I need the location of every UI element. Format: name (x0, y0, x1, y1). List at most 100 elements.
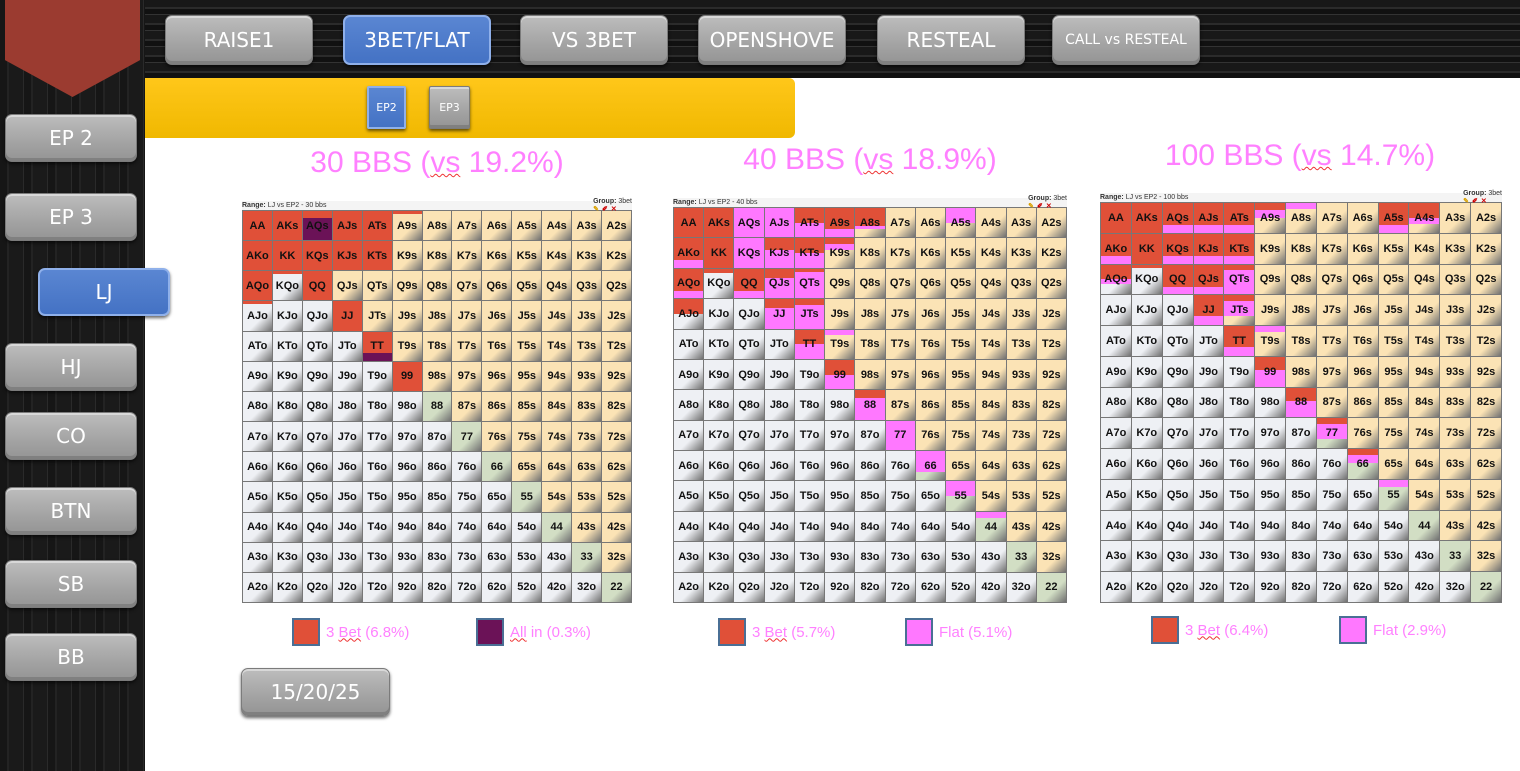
hand-cell[interactable]: A2s (1036, 208, 1066, 238)
hand-cell[interactable]: K4s (1409, 233, 1440, 264)
hand-cell[interactable]: A4s (976, 208, 1006, 238)
hand-cell[interactable]: T5s (512, 331, 542, 361)
hand-cell[interactable]: J8s (1286, 295, 1316, 326)
hand-cell[interactable]: QTs (362, 271, 392, 301)
hand-cell[interactable]: 82s (1471, 387, 1501, 418)
hand-cell[interactable]: Q5s (1378, 264, 1409, 295)
hand-cell[interactable]: AA (243, 211, 272, 241)
hand-cell[interactable]: J5s (512, 301, 542, 331)
hand-cell[interactable]: T8o (362, 391, 392, 422)
hand-cell[interactable]: 75s (946, 420, 976, 451)
hand-cell[interactable]: 75s (512, 422, 542, 452)
hand-cell[interactable]: Q8o (1162, 387, 1193, 418)
hand-cell[interactable]: 52o (512, 572, 542, 602)
hand-cell[interactable]: 33 (1440, 541, 1471, 572)
hand-cell[interactable]: T4o (794, 511, 825, 542)
hand-cell[interactable]: 96s (482, 361, 512, 391)
hand-cell[interactable]: Q9s (1255, 264, 1286, 295)
hand-cell[interactable]: 86o (422, 452, 452, 482)
hand-cell[interactable]: T5o (794, 481, 825, 511)
hand-cell[interactable]: ATs (794, 208, 825, 238)
hand-cell[interactable]: T9s (392, 331, 422, 361)
hand-cell[interactable]: K7s (452, 241, 482, 271)
hand-cell[interactable]: K8s (855, 238, 885, 268)
hand-cell[interactable]: 92s (602, 361, 631, 391)
hand-cell[interactable]: J5o (332, 482, 362, 512)
hand-cell[interactable]: Q5o (1162, 479, 1193, 510)
hand-cell[interactable]: K8s (422, 241, 452, 271)
hand-cell[interactable]: Q2o (734, 572, 764, 602)
hand-cell[interactable]: T3o (794, 542, 825, 572)
hand-cell[interactable]: 72o (885, 572, 915, 602)
hand-cell[interactable]: T6o (362, 452, 392, 482)
hand-cell[interactable]: 32s (1036, 542, 1066, 572)
hand-cell[interactable]: 32o (572, 572, 602, 602)
hand-cell[interactable]: 76s (482, 422, 512, 452)
hand-cell[interactable]: 98s (1286, 356, 1316, 387)
hand-cell[interactable]: 83s (1440, 387, 1471, 418)
hand-cell[interactable]: Q3o (734, 542, 764, 572)
hand-cell[interactable]: K8o (1131, 387, 1162, 418)
hand-cell[interactable]: K5s (512, 241, 542, 271)
hand-cell[interactable]: 42s (602, 512, 631, 542)
hand-cell[interactable]: A7s (1316, 203, 1347, 233)
hand-cell[interactable]: KQs (734, 238, 764, 268)
hand-cell[interactable]: 53s (1006, 481, 1036, 511)
hand-cell[interactable]: 97s (452, 361, 482, 391)
hand-cell[interactable]: 93s (1006, 359, 1036, 390)
hand-cell[interactable]: T6o (1224, 449, 1255, 479)
hand-cell[interactable]: KK (704, 238, 734, 268)
hand-cell[interactable]: AQs (302, 211, 332, 241)
hand-cell[interactable]: K5s (946, 238, 976, 268)
hand-cell[interactable]: 85o (855, 481, 885, 511)
hand-cell[interactable]: 44 (542, 512, 572, 542)
hand-cell[interactable]: 72s (1471, 418, 1501, 449)
hand-cell[interactable]: 75o (885, 481, 915, 511)
hand-cell[interactable]: KQs (1162, 233, 1193, 264)
hand-cell[interactable]: K2o (1131, 572, 1162, 602)
hand-cell[interactable]: 77 (885, 420, 915, 451)
hand-cell[interactable]: A3s (572, 211, 602, 241)
hand-cell[interactable]: Q6s (915, 268, 946, 299)
hand-cell[interactable]: AKs (1131, 203, 1162, 233)
hand-cell[interactable]: 94o (1255, 510, 1286, 541)
sidebar-item-btn[interactable]: BTN (5, 487, 137, 535)
hand-cell[interactable]: 95o (392, 482, 422, 512)
sidebar-item-bb[interactable]: BB (5, 633, 137, 681)
hand-cell[interactable]: T6s (482, 331, 512, 361)
hand-cell[interactable]: QJo (1162, 295, 1193, 326)
hand-cell[interactable]: K7s (1316, 233, 1347, 264)
hand-cell[interactable]: 42o (1409, 572, 1440, 602)
hand-cell[interactable]: 72s (602, 422, 631, 452)
hand-cell[interactable]: 63s (1440, 449, 1471, 479)
hand-cell[interactable]: 53o (512, 542, 542, 572)
hand-cell[interactable]: A2o (243, 572, 272, 602)
hand-cell[interactable]: J3o (332, 542, 362, 572)
hand-cell[interactable]: KTo (1131, 326, 1162, 356)
hand-cell[interactable]: K2s (1471, 233, 1501, 264)
hand-cell[interactable]: T8s (422, 331, 452, 361)
hand-cell[interactable]: 72o (452, 572, 482, 602)
hand-cell[interactable]: JTs (1224, 295, 1255, 326)
hand-cell[interactable]: ATo (1101, 326, 1131, 356)
hand-cell[interactable]: 53o (1378, 541, 1409, 572)
hand-cell[interactable]: Q7o (734, 420, 764, 451)
hand-cell[interactable]: 54s (1409, 479, 1440, 510)
hand-cell[interactable]: 97o (392, 422, 422, 452)
hand-cell[interactable]: J9s (1255, 295, 1286, 326)
hand-cell[interactable]: 77 (452, 422, 482, 452)
hand-cell[interactable]: AA (674, 208, 704, 238)
hand-cell[interactable]: JJ (332, 301, 362, 331)
hand-cell[interactable]: A9o (674, 359, 704, 390)
hand-cell[interactable]: 72s (1036, 420, 1066, 451)
sidebar-item-sb[interactable]: SB (5, 560, 137, 608)
hand-cell[interactable]: J7o (764, 420, 794, 451)
hand-cell[interactable]: T9s (825, 329, 855, 359)
tab-call-vs-resteal[interactable]: CALL vs RESTEAL (1052, 15, 1200, 65)
hand-cell[interactable]: KQo (272, 271, 302, 301)
hand-cell[interactable]: 84s (976, 390, 1006, 420)
hand-cell[interactable]: 53s (1440, 479, 1471, 510)
hand-cell[interactable]: KTo (704, 329, 734, 359)
hand-cell[interactable]: A8s (422, 211, 452, 241)
hand-cell[interactable]: 94o (825, 511, 855, 542)
